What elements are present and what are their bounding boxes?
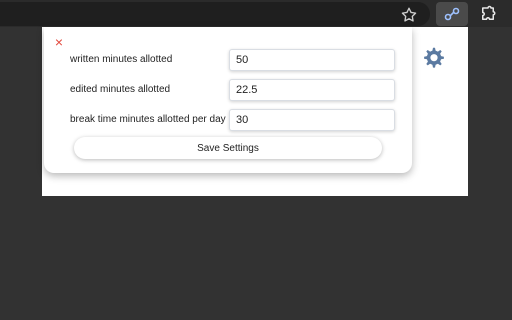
puzzle-icon[interactable] — [479, 5, 497, 23]
written-minutes-label: written minutes allotted — [70, 54, 173, 65]
close-button[interactable]: × — [53, 35, 65, 49]
extension-active-button[interactable] — [436, 2, 468, 26]
break-time-label: break time minutes allotted per day — [70, 114, 226, 125]
save-settings-button[interactable]: Save Settings — [74, 137, 382, 159]
gear-icon[interactable] — [421, 46, 445, 70]
address-bar[interactable] — [0, 2, 430, 26]
edited-minutes-label: edited minutes allotted — [70, 84, 171, 95]
written-minutes-input[interactable] — [229, 49, 395, 71]
bookmark-star-icon[interactable] — [400, 6, 418, 24]
break-time-input[interactable] — [229, 109, 395, 131]
browser-toolbar — [0, 0, 512, 27]
settings-panel: × written minutes allotted edited minute… — [44, 27, 412, 173]
edited-minutes-input[interactable] — [229, 79, 395, 101]
extension-active-icon — [444, 7, 460, 21]
